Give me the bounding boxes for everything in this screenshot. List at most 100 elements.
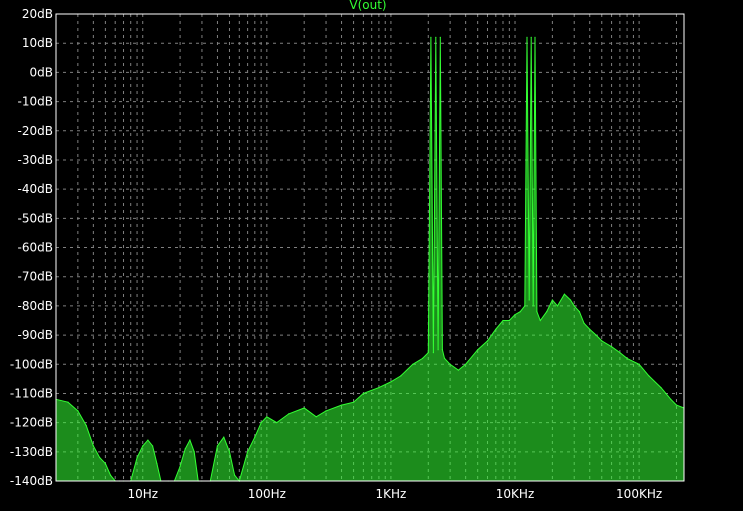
series-0-point-80 bbox=[573, 305, 575, 307]
series-0-point-48 bbox=[422, 357, 424, 359]
series-0-point-68 bbox=[526, 36, 528, 39]
series-0-point-6 bbox=[104, 462, 106, 465]
series-0-point-74 bbox=[539, 319, 541, 322]
y-tick-label-13: -110dB bbox=[10, 386, 53, 400]
series-0-point-90 bbox=[648, 375, 650, 377]
series-0-point-5 bbox=[99, 457, 101, 459]
series-0-point-64 bbox=[508, 319, 510, 322]
x-tick-label-3: 10KHz bbox=[496, 487, 534, 501]
series-0-point-93 bbox=[675, 404, 678, 406]
y-tick-label-4: -20dB bbox=[18, 124, 53, 138]
series-0-point-4 bbox=[92, 445, 94, 447]
series-0-point-13 bbox=[142, 445, 144, 447]
y-axis-ticks: 20dB 10dB 0dB -10dB -20dB -30dB -40dB -50dB -60d… bbox=[10, 7, 53, 488]
series-0-point-37 bbox=[288, 413, 290, 415]
series-0-point-63 bbox=[502, 319, 504, 322]
series-0-point-55 bbox=[441, 349, 443, 351]
series-0-point-33 bbox=[254, 436, 256, 438]
series-0-point-49 bbox=[427, 352, 429, 354]
series-0-point-58 bbox=[457, 369, 459, 371]
series-0-point-72 bbox=[534, 36, 536, 39]
series-0-point-73 bbox=[536, 311, 538, 313]
series-0-point-54 bbox=[439, 36, 441, 39]
series-0-point-22 bbox=[189, 439, 191, 441]
series-0-point-91 bbox=[660, 387, 662, 389]
series-0-point-70 bbox=[530, 36, 532, 39]
series-0-point-34 bbox=[260, 422, 262, 424]
series-0-point-47 bbox=[412, 363, 414, 365]
y-tick-label-6: -40dB bbox=[18, 182, 53, 196]
series-0-point-14 bbox=[147, 439, 149, 441]
series-0-point-12 bbox=[136, 457, 138, 459]
series-0-point-20 bbox=[179, 465, 181, 467]
plot-area: V(out) 20dB 10dB 0dB -10dB -20dB -30dB -40dB -5… bbox=[10, 0, 685, 501]
series-0-point-61 bbox=[486, 340, 489, 342]
y-tick-label-8: -60dB bbox=[18, 241, 53, 255]
x-tick-label-0: 10Hz bbox=[127, 487, 158, 501]
series-0-point-87 bbox=[619, 352, 621, 354]
series-0-point-27 bbox=[216, 445, 218, 447]
y-tick-label-10: -80dB bbox=[18, 299, 53, 313]
series-0-point-62 bbox=[495, 328, 497, 330]
y-tick-label-11: -90dB bbox=[18, 328, 53, 342]
series-0-point-3 bbox=[85, 424, 87, 427]
series-0-point-35 bbox=[266, 416, 268, 418]
y-tick-label-9: -70dB bbox=[18, 270, 53, 284]
series-0-point-2 bbox=[77, 410, 79, 412]
series-0-point-43 bbox=[362, 392, 364, 394]
series-0-point-21 bbox=[184, 448, 186, 450]
series-0-point-77 bbox=[556, 305, 559, 307]
x-tick-label-1: 100Hz bbox=[248, 487, 286, 501]
series-0-point-84 bbox=[595, 334, 597, 336]
series-0-point-57 bbox=[449, 363, 451, 365]
series-0-point-28 bbox=[223, 436, 225, 438]
series-0-point-79 bbox=[569, 299, 572, 301]
series-0-point-76 bbox=[551, 299, 554, 301]
series-0-point-1 bbox=[67, 401, 69, 403]
series-0-point-51 bbox=[432, 352, 434, 354]
y-tick-label-0: 20dB bbox=[22, 7, 53, 21]
series-0-point-30 bbox=[234, 474, 236, 476]
series-0-point-67 bbox=[524, 305, 526, 307]
series-0-point-83 bbox=[589, 328, 591, 330]
series-0-point-82 bbox=[583, 322, 585, 324]
series-0-point-56 bbox=[443, 357, 446, 359]
y-tick-label-2: 0dB bbox=[30, 65, 53, 79]
y-tick-label-1: 10dB bbox=[22, 36, 53, 50]
series-0-point-85 bbox=[601, 340, 603, 342]
chart-title: V(out) bbox=[349, 0, 386, 12]
y-tick-label-7: -50dB bbox=[18, 211, 53, 225]
x-tick-label-4: 100KHz bbox=[616, 487, 662, 501]
series-0-point-44 bbox=[378, 387, 380, 389]
series-0-point-39 bbox=[315, 416, 317, 418]
y-tick-label-16: -140dB bbox=[10, 474, 53, 488]
series-0-point-60 bbox=[477, 349, 479, 351]
series-0-point-46 bbox=[400, 375, 402, 377]
series-0-point-15 bbox=[152, 445, 154, 447]
y-tick-label-12: -100dB bbox=[10, 357, 53, 371]
y-tick-label-15: -130dB bbox=[10, 445, 53, 459]
series-0-point-23 bbox=[193, 451, 195, 453]
y-tick-label-3: -10dB bbox=[18, 95, 53, 109]
y-tick-label-14: -120dB bbox=[10, 416, 53, 430]
series-0-point-45 bbox=[390, 381, 392, 383]
series-0-point-36 bbox=[276, 422, 278, 424]
series-0-point-32 bbox=[247, 451, 249, 453]
series-0-point-59 bbox=[465, 363, 467, 365]
series-0-point-41 bbox=[340, 404, 343, 406]
series-0-point-38 bbox=[303, 407, 305, 409]
x-axis-ticks: 10Hz 100Hz 1KHz 10KHz 100KHz bbox=[127, 487, 662, 501]
series-0-point-66 bbox=[519, 311, 521, 313]
series-0-point-50 bbox=[430, 36, 432, 39]
series-0-point-53 bbox=[437, 349, 439, 351]
series-0-point-88 bbox=[626, 357, 628, 359]
x-tick-label-2: 1KHz bbox=[376, 487, 407, 501]
y-tick-label-5: -30dB bbox=[18, 153, 53, 167]
series-0-point-40 bbox=[325, 410, 327, 412]
series-0-point-29 bbox=[228, 451, 231, 453]
series-0-point-92 bbox=[670, 398, 672, 400]
series-0-point-86 bbox=[611, 346, 613, 348]
series-0-point-52 bbox=[435, 36, 437, 39]
series-0-point-69 bbox=[528, 299, 530, 301]
series-0-point-16 bbox=[156, 462, 158, 465]
